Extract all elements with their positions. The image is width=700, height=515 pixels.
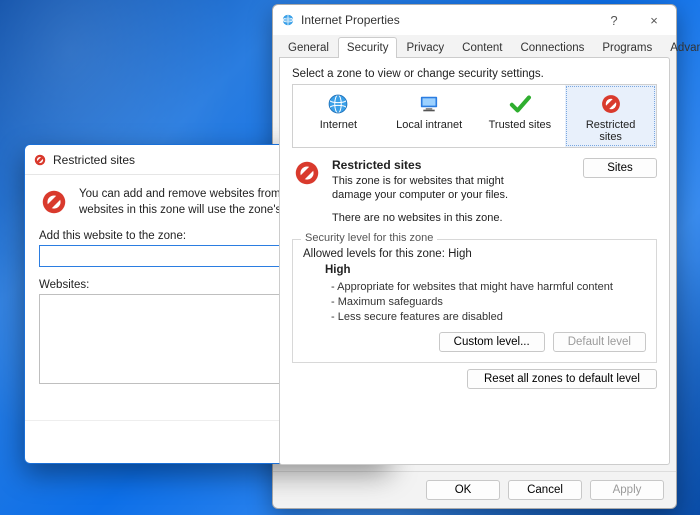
zone-label: Restricted (567, 119, 654, 131)
tab-privacy[interactable]: Privacy (397, 37, 453, 58)
custom-level-button[interactable]: Custom level... (439, 332, 545, 352)
zone-internet[interactable]: Internet (293, 85, 384, 147)
zone-detail: Restricted sites This zone is for websit… (292, 158, 657, 225)
allowed-levels: Allowed levels for this zone: High (303, 248, 646, 260)
close-button[interactable]: × (634, 5, 674, 35)
apply-button[interactable]: Apply (590, 480, 664, 500)
tab-content[interactable]: Content (453, 37, 511, 58)
websites-listbox[interactable] (39, 294, 285, 384)
help-button[interactable]: ? (594, 5, 634, 35)
titlebar[interactable]: Internet Properties ? × (273, 5, 676, 35)
default-level-button[interactable]: Default level (553, 332, 646, 352)
add-website-input[interactable] (39, 245, 285, 267)
level-bullet: Maximum safeguards (331, 295, 646, 310)
reset-zones-button[interactable]: Reset all zones to default level (467, 369, 657, 389)
ok-button[interactable]: OK (426, 480, 500, 500)
globe-icon (325, 91, 351, 117)
zone-prompt: Select a zone to view or change security… (292, 68, 657, 80)
internet-properties-window: Internet Properties ? × General Security… (272, 4, 677, 509)
monitor-icon (416, 91, 442, 117)
forbidden-icon (292, 158, 322, 188)
tab-general[interactable]: General (279, 37, 338, 58)
tab-security[interactable]: Security (338, 37, 398, 58)
level-name: High (325, 264, 646, 276)
forbidden-icon (598, 91, 624, 117)
forbidden-icon (33, 153, 47, 167)
zone-trusted-sites[interactable]: Trusted sites (475, 85, 566, 147)
zone-restricted-sites[interactable]: Restricted sites (565, 85, 656, 147)
group-legend: Security level for this zone (301, 232, 437, 244)
sites-button[interactable]: Sites (583, 158, 657, 178)
level-bullet: Less secure features are disabled (331, 310, 646, 325)
zone-label-2: sites (567, 131, 654, 143)
level-bullet: Appropriate for websites that might have… (331, 280, 646, 295)
checkmark-icon (507, 91, 533, 117)
forbidden-icon (39, 187, 69, 217)
tab-advanced[interactable]: Advanced (661, 37, 700, 58)
internet-options-icon (281, 13, 295, 27)
zone-label: Internet (295, 119, 382, 131)
detail-desc-1: This zone is for websites that might (332, 174, 573, 188)
tab-programs[interactable]: Programs (593, 37, 661, 58)
detail-heading: Restricted sites (332, 158, 573, 172)
window-title: Internet Properties (301, 13, 594, 27)
tab-page-security: Select a zone to view or change security… (279, 57, 670, 465)
detail-status: There are no websites in this zone. (332, 211, 657, 225)
zone-label: Trusted sites (477, 119, 564, 131)
zone-label: Local intranet (386, 119, 473, 131)
tab-connections[interactable]: Connections (511, 37, 593, 58)
zone-local-intranet[interactable]: Local intranet (384, 85, 475, 147)
detail-desc-2: damage your computer or your files. (332, 188, 573, 202)
cancel-button[interactable]: Cancel (508, 480, 582, 500)
tab-strip: General Security Privacy Content Connect… (273, 35, 676, 58)
security-level-group: Security level for this zone Allowed lev… (292, 239, 657, 364)
zone-list: Internet Local intranet Trusted sites (292, 84, 657, 148)
dialog-footer: OK Cancel Apply (273, 471, 676, 508)
